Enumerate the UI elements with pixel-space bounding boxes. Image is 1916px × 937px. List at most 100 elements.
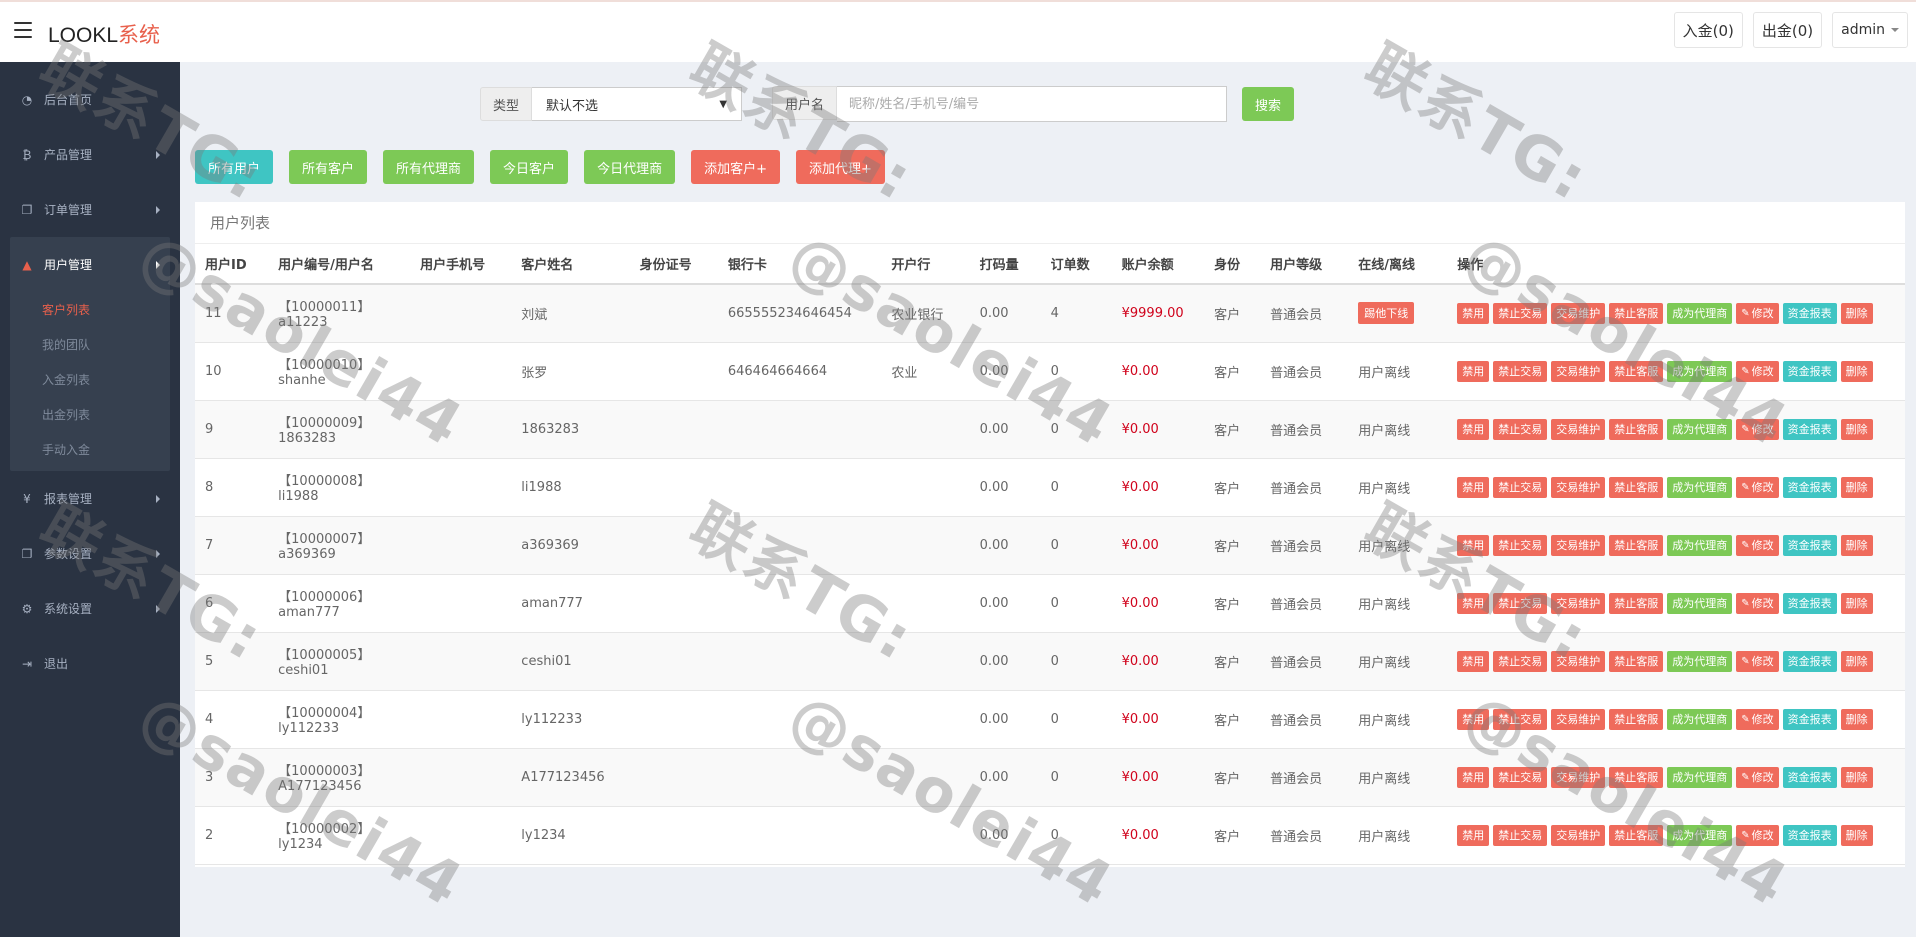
- sidebar-subitem-3[interactable]: 出金列表: [10, 397, 170, 432]
- make-agent-button[interactable]: 成为代理商: [1667, 476, 1733, 498]
- ban-support-button[interactable]: 禁止客服: [1609, 650, 1664, 672]
- ban-trade-button[interactable]: 禁止交易: [1493, 650, 1548, 672]
- edit-button[interactable]: ✎ 修改: [1736, 766, 1779, 788]
- delete-button[interactable]: 删除: [1840, 476, 1873, 498]
- column-header[interactable]: 账户余额: [1111, 244, 1205, 285]
- delete-button[interactable]: 删除: [1840, 650, 1873, 672]
- delete-button[interactable]: 删除: [1840, 592, 1873, 614]
- edit-button[interactable]: ✎ 修改: [1736, 360, 1779, 382]
- sidebar-subitem-4[interactable]: 手动入金: [10, 432, 170, 467]
- sidebar-item-7[interactable]: ⇥ 退出: [0, 636, 180, 691]
- disable-button[interactable]: 禁用: [1457, 824, 1490, 846]
- disable-button[interactable]: 禁用: [1457, 418, 1490, 440]
- fund-report-button[interactable]: 资金报表: [1782, 418, 1837, 440]
- delete-button[interactable]: 删除: [1840, 534, 1873, 556]
- sidebar-item-6[interactable]: ⚙ 系统设置: [0, 581, 180, 636]
- all-users-button[interactable]: 所有用户: [195, 150, 274, 184]
- sidebar-item-3[interactable]: ▲ 用户管理: [10, 237, 170, 292]
- sidebar-item-2[interactable]: ❐ 订单管理: [0, 182, 180, 237]
- delete-button[interactable]: 删除: [1840, 360, 1873, 382]
- make-agent-button[interactable]: 成为代理商: [1667, 824, 1733, 846]
- ban-trade-button[interactable]: 禁止交易: [1493, 476, 1548, 498]
- trade-maintenance-button[interactable]: 交易维护: [1551, 824, 1606, 846]
- edit-button[interactable]: ✎ 修改: [1736, 418, 1779, 440]
- column-header[interactable]: 用户编号/用户名: [268, 244, 411, 285]
- all-agents-button[interactable]: 所有代理商: [383, 150, 475, 184]
- today-agents-button[interactable]: 今日代理商: [584, 150, 676, 184]
- trade-maintenance-button[interactable]: 交易维护: [1551, 534, 1606, 556]
- column-header[interactable]: 打码量: [969, 244, 1041, 285]
- ban-trade-button[interactable]: 禁止交易: [1493, 360, 1548, 382]
- trade-maintenance-button[interactable]: 交易维护: [1551, 650, 1606, 672]
- column-header[interactable]: 操作: [1447, 244, 1905, 285]
- ban-support-button[interactable]: 禁止客服: [1609, 766, 1664, 788]
- ban-support-button[interactable]: 禁止客服: [1609, 302, 1664, 324]
- make-agent-button[interactable]: 成为代理商: [1667, 534, 1733, 556]
- column-header[interactable]: 用户ID: [195, 244, 269, 285]
- ban-trade-button[interactable]: 禁止交易: [1493, 766, 1548, 788]
- disable-button[interactable]: 禁用: [1457, 708, 1490, 730]
- edit-button[interactable]: ✎ 修改: [1736, 650, 1779, 672]
- ban-trade-button[interactable]: 禁止交易: [1493, 302, 1548, 324]
- trade-maintenance-button[interactable]: 交易维护: [1551, 592, 1606, 614]
- ban-support-button[interactable]: 禁止客服: [1609, 360, 1664, 382]
- column-header[interactable]: 用户等级: [1260, 244, 1349, 285]
- trade-maintenance-button[interactable]: 交易维护: [1551, 766, 1606, 788]
- fund-report-button[interactable]: 资金报表: [1782, 534, 1837, 556]
- sidebar-subitem-1[interactable]: 我的团队: [10, 327, 170, 362]
- column-header[interactable]: 订单数: [1040, 244, 1112, 285]
- ban-support-button[interactable]: 禁止客服: [1609, 476, 1664, 498]
- disable-button[interactable]: 禁用: [1457, 534, 1490, 556]
- ban-support-button[interactable]: 禁止客服: [1609, 824, 1664, 846]
- column-header[interactable]: 银行卡: [717, 244, 882, 285]
- username-search-input[interactable]: [837, 86, 1228, 122]
- edit-button[interactable]: ✎ 修改: [1736, 824, 1779, 846]
- ban-support-button[interactable]: 禁止客服: [1609, 534, 1664, 556]
- search-button[interactable]: 搜索: [1242, 87, 1295, 121]
- make-agent-button[interactable]: 成为代理商: [1667, 592, 1733, 614]
- column-header[interactable]: 身份: [1204, 244, 1261, 285]
- sidebar-item-0[interactable]: ◔ 后台首页: [0, 72, 180, 127]
- type-select[interactable]: 默认不选 ▼: [532, 87, 743, 121]
- trade-maintenance-button[interactable]: 交易维护: [1551, 360, 1606, 382]
- fund-report-button[interactable]: 资金报表: [1782, 360, 1837, 382]
- delete-button[interactable]: 删除: [1840, 766, 1873, 788]
- delete-button[interactable]: 删除: [1840, 302, 1873, 324]
- column-header[interactable]: 客户姓名: [511, 244, 630, 285]
- menu-toggle-icon[interactable]: [14, 22, 32, 38]
- sidebar-item-5[interactable]: ❐ 参数设置: [0, 526, 180, 581]
- withdraw-button[interactable]: 出金(0): [1752, 12, 1823, 48]
- disable-button[interactable]: 禁用: [1457, 476, 1490, 498]
- deposit-button[interactable]: 入金(0): [1673, 12, 1743, 48]
- ban-trade-button[interactable]: 禁止交易: [1493, 418, 1548, 440]
- disable-button[interactable]: 禁用: [1457, 360, 1490, 382]
- make-agent-button[interactable]: 成为代理商: [1667, 708, 1733, 730]
- ban-support-button[interactable]: 禁止客服: [1609, 418, 1664, 440]
- edit-button[interactable]: ✎ 修改: [1736, 708, 1779, 730]
- trade-maintenance-button[interactable]: 交易维护: [1551, 302, 1606, 324]
- fund-report-button[interactable]: 资金报表: [1782, 476, 1837, 498]
- make-agent-button[interactable]: 成为代理商: [1667, 360, 1733, 382]
- edit-button[interactable]: ✎ 修改: [1736, 592, 1779, 614]
- make-agent-button[interactable]: 成为代理商: [1667, 418, 1733, 440]
- ban-trade-button[interactable]: 禁止交易: [1493, 708, 1548, 730]
- delete-button[interactable]: 删除: [1840, 824, 1873, 846]
- ban-trade-button[interactable]: 禁止交易: [1493, 824, 1548, 846]
- ban-trade-button[interactable]: 禁止交易: [1493, 534, 1548, 556]
- make-agent-button[interactable]: 成为代理商: [1667, 766, 1733, 788]
- disable-button[interactable]: 禁用: [1457, 650, 1490, 672]
- today-customers-button[interactable]: 今日客户: [490, 150, 569, 184]
- trade-maintenance-button[interactable]: 交易维护: [1551, 708, 1606, 730]
- ban-support-button[interactable]: 禁止客服: [1609, 592, 1664, 614]
- kick-offline-button[interactable]: 踢他下线: [1358, 302, 1415, 325]
- ban-support-button[interactable]: 禁止客服: [1609, 708, 1664, 730]
- column-header[interactable]: 在线/离线: [1348, 244, 1448, 285]
- fund-report-button[interactable]: 资金报表: [1782, 650, 1837, 672]
- add-customer-button[interactable]: 添加客户+: [691, 150, 780, 184]
- edit-button[interactable]: ✎ 修改: [1736, 302, 1779, 324]
- fund-report-button[interactable]: 资金报表: [1782, 302, 1837, 324]
- fund-report-button[interactable]: 资金报表: [1782, 766, 1837, 788]
- admin-dropdown[interactable]: admin: [1832, 12, 1908, 48]
- sidebar-item-1[interactable]: ₿ 产品管理: [0, 127, 180, 182]
- edit-button[interactable]: ✎ 修改: [1736, 534, 1779, 556]
